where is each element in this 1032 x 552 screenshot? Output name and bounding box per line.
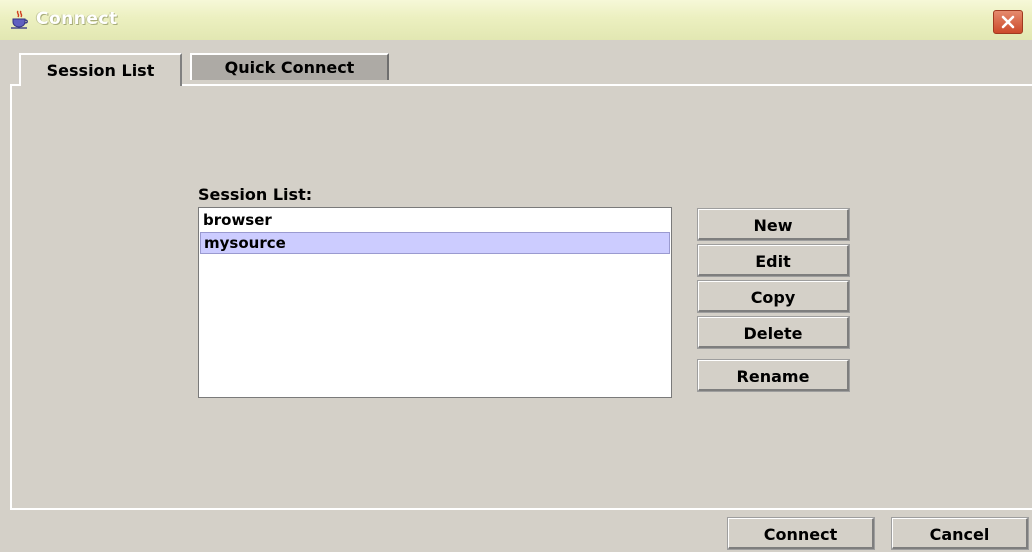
rename-button[interactable]: Rename — [697, 359, 850, 392]
close-button[interactable] — [993, 10, 1023, 34]
session-list-label: Session List: — [198, 185, 313, 204]
cancel-button[interactable]: Cancel — [891, 517, 1029, 550]
tab-session-list[interactable]: Session List — [19, 53, 182, 86]
list-item[interactable]: mysource — [200, 232, 670, 254]
tab-quick-connect[interactable]: Quick Connect — [190, 53, 389, 80]
title-bar[interactable]: Connect — [0, 0, 1032, 40]
connect-dialog: Connect Session List Quick Connect Sessi… — [0, 0, 1032, 552]
footer-separator — [10, 508, 1032, 510]
edit-button[interactable]: Edit — [697, 244, 850, 277]
java-coffee-cup-icon — [10, 10, 30, 30]
panel-edge — [10, 86, 12, 508]
copy-button[interactable]: Copy — [697, 280, 850, 313]
window-title: Connect — [36, 9, 118, 29]
list-item[interactable]: browser — [200, 209, 670, 231]
connect-button[interactable]: Connect — [727, 517, 875, 550]
session-listbox[interactable]: browser mysource — [198, 207, 672, 398]
new-button[interactable]: New — [697, 208, 850, 241]
delete-button[interactable]: Delete — [697, 316, 850, 349]
tab-strip-edge — [182, 84, 1032, 86]
